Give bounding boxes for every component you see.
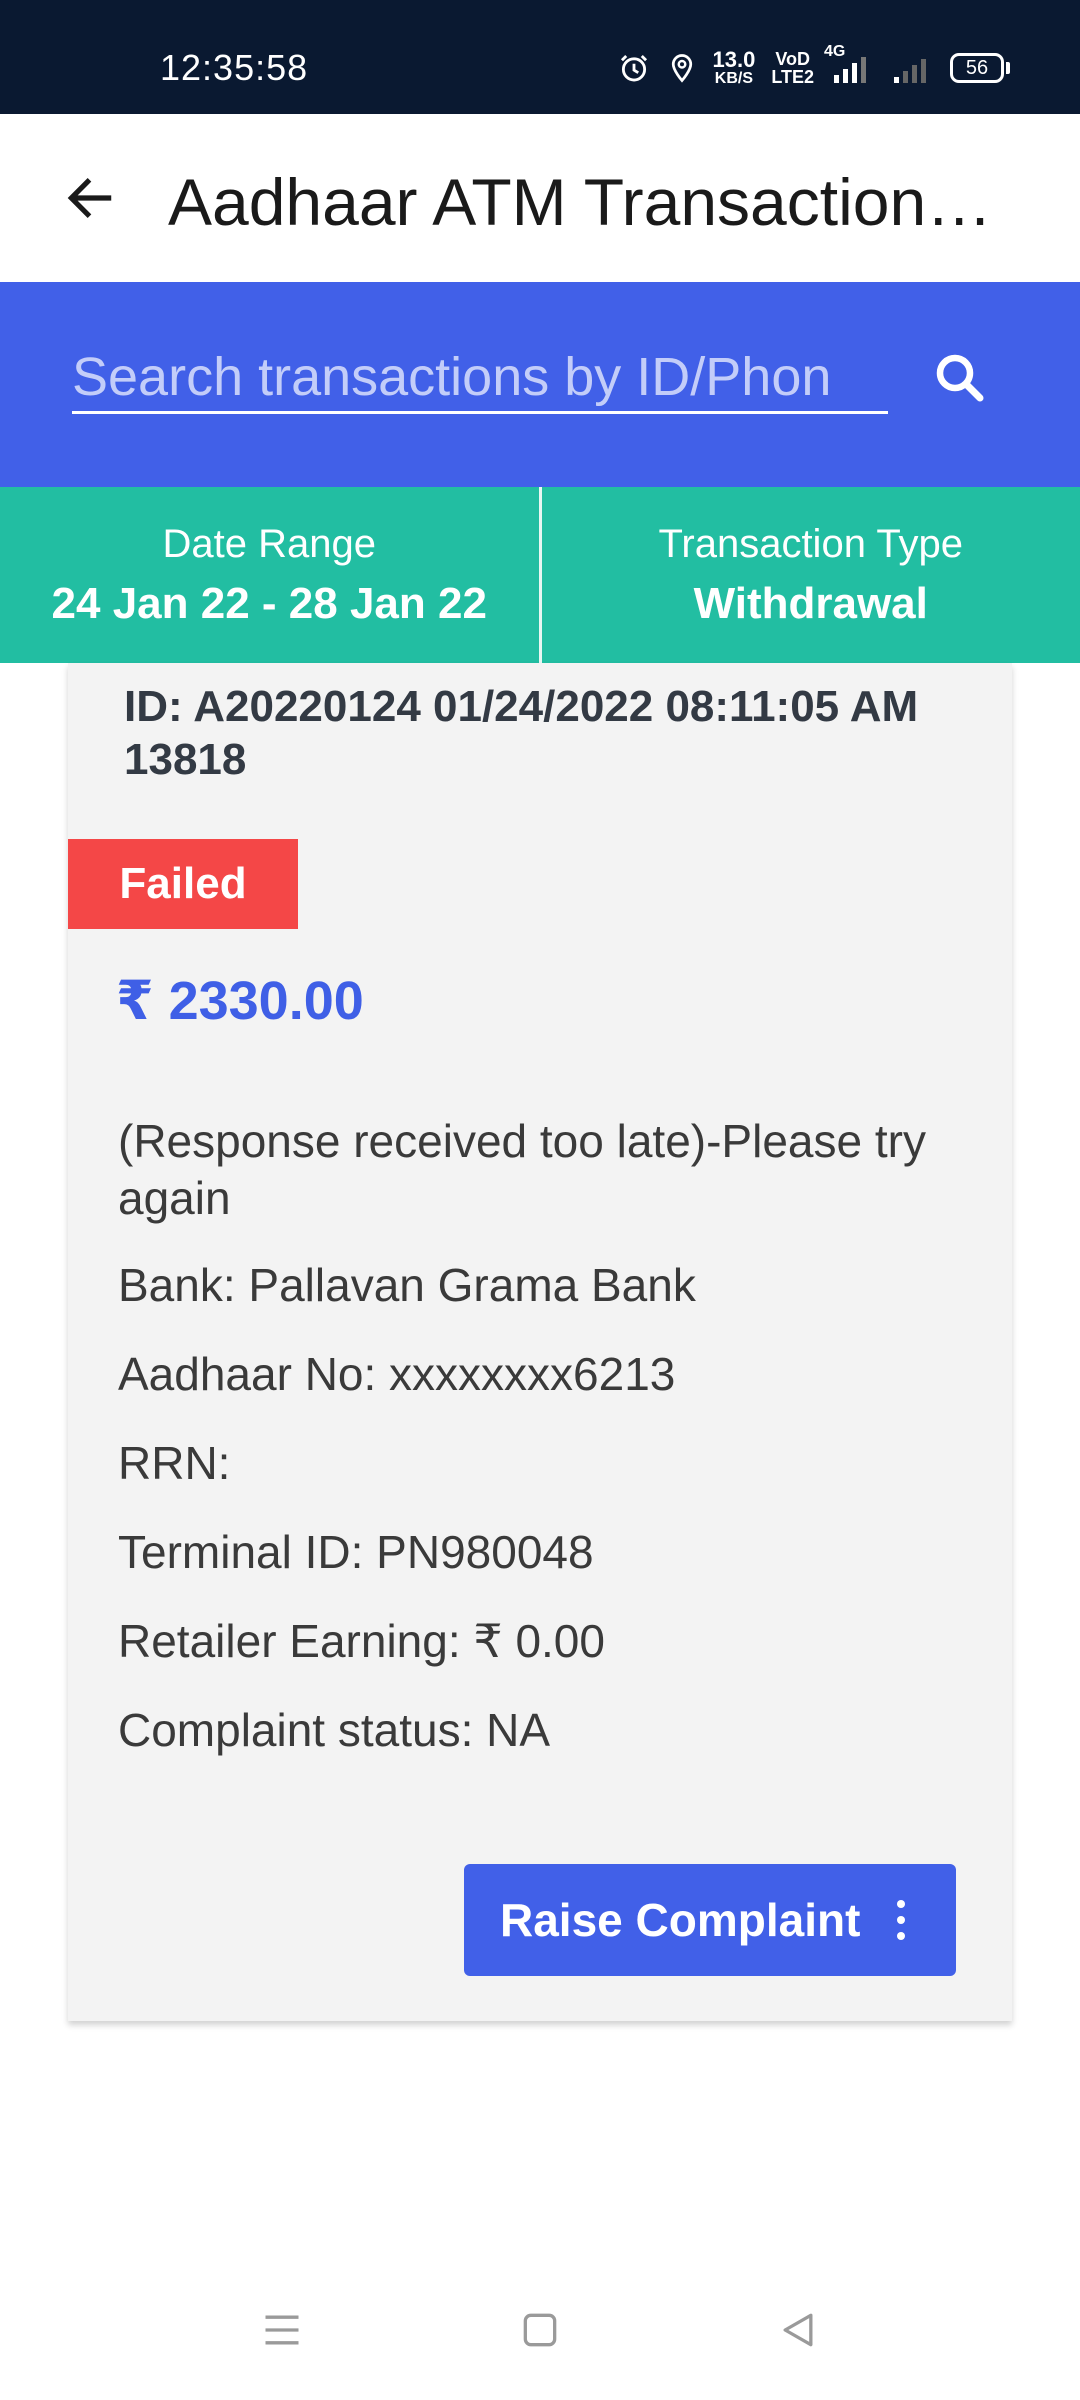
raise-complaint-button[interactable]: Raise Complaint [464, 1864, 956, 1976]
filter-bar: Date Range 24 Jan 22 - 28 Jan 22 Transac… [0, 487, 1080, 663]
home-square-icon [523, 2313, 557, 2347]
menu-nav-button[interactable] [242, 2290, 322, 2370]
more-vertical-icon [896, 1900, 906, 1940]
back-button[interactable] [50, 158, 130, 238]
complaint-status: Complaint status: NA [118, 1704, 551, 1756]
transaction-id: ID: A20220124 01/24/2022 08:11:05 AM 138… [124, 682, 919, 784]
rrn: RRN: [118, 1437, 231, 1489]
home-nav-button[interactable] [500, 2290, 580, 2370]
status-time: 12:35:58 [160, 47, 309, 88]
response-message: (Response received too late)-Please try … [118, 1115, 926, 1224]
volte-top: VoD [775, 49, 810, 69]
network-speed: 13.0 KB/S [713, 49, 756, 87]
transaction-amount: ₹ 2330.00 [116, 971, 364, 1031]
volte-indicator: VoD LTE2 [771, 50, 814, 86]
page-title: Aadhaar ATM Transaction… [168, 165, 993, 239]
terminal-id: Terminal ID: PN980048 [118, 1526, 594, 1578]
transaction-type-label: Transaction Type [658, 521, 964, 566]
location-icon [667, 51, 697, 85]
app-bar: Aadhaar ATM Transaction… [0, 114, 1080, 282]
date-range-label: Date Range [162, 521, 376, 566]
bank-name: Bank: Pallavan Grama Bank [118, 1259, 696, 1311]
alarm-icon [617, 51, 651, 85]
date-range-filter[interactable]: Date Range 24 Jan 22 - 28 Jan 22 [0, 487, 539, 663]
retailer-earning: Retailer Earning: ₹ 0.00 [118, 1615, 605, 1667]
network-type: 4G [824, 43, 846, 60]
status-icons: 13.0 KB/S VoD LTE2 4G 56 [617, 0, 1010, 114]
search-icon [936, 354, 984, 402]
aadhaar-number: Aadhaar No: xxxxxxxx6213 [118, 1348, 676, 1400]
volte-bottom: LTE2 [771, 67, 814, 87]
signal-4g-icon: 4G [824, 43, 874, 85]
network-speed-unit: KB/S [714, 70, 754, 87]
status-badge: Failed [68, 839, 298, 929]
search-input[interactable] [72, 342, 888, 414]
search-bar [0, 282, 1080, 487]
back-nav-button[interactable] [758, 2290, 838, 2370]
network-speed-value: 13.0 [712, 47, 756, 72]
system-nav-bar [0, 2270, 1080, 2400]
transaction-details: (Response received too late)-Please try … [118, 1113, 978, 1791]
transaction-type-value: Withdrawal [693, 578, 928, 628]
raise-complaint-label: Raise Complaint [500, 1894, 861, 1946]
back-triangle-icon [783, 2313, 813, 2347]
signal-icon [890, 51, 934, 85]
battery-level: 56 [950, 53, 1004, 83]
arrow-left-icon [67, 178, 112, 218]
transaction-card: ID: A20220124 01/24/2022 08:11:05 AM 138… [68, 663, 1012, 2021]
transaction-type-filter[interactable]: Transaction Type Withdrawal [538, 487, 1080, 663]
search-button[interactable] [924, 342, 996, 414]
battery-icon: 56 [950, 53, 1010, 83]
menu-icon [265, 2315, 299, 2345]
date-range-value: 24 Jan 22 - 28 Jan 22 [51, 578, 487, 628]
status-bar: 12:35:58 13.0 KB/S VoD LTE2 4G 56 [0, 0, 1080, 114]
